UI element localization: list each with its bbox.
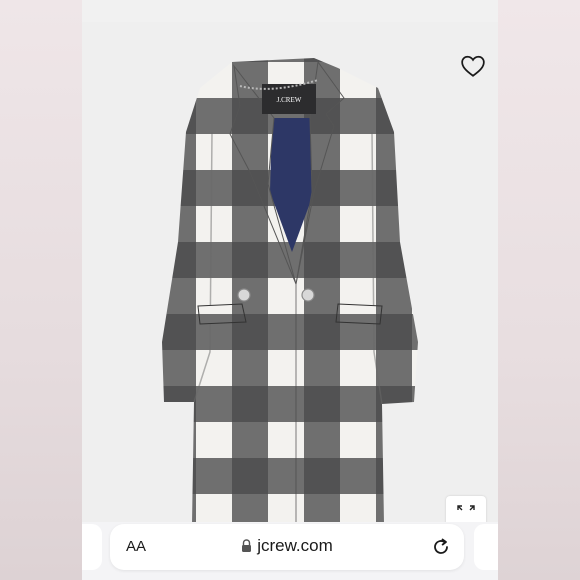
address-bar[interactable]: AA jcrew.com [110,524,464,570]
lock-icon [242,539,252,552]
background-right [498,0,580,580]
heart-icon [461,55,485,77]
phone-screen: J.CREW AA jcrew.com [82,0,498,580]
brand-label: J.CREW [277,96,302,104]
url-text[interactable]: jcrew.com [257,536,333,556]
favorite-button[interactable] [458,52,488,80]
expand-icon [457,505,475,511]
background-left [0,0,82,580]
coat-illustration: J.CREW [162,58,418,524]
reload-icon[interactable] [430,536,452,558]
next-tab[interactable] [474,524,498,570]
previous-tab[interactable] [82,524,102,570]
product-image[interactable]: J.CREW [82,22,498,526]
